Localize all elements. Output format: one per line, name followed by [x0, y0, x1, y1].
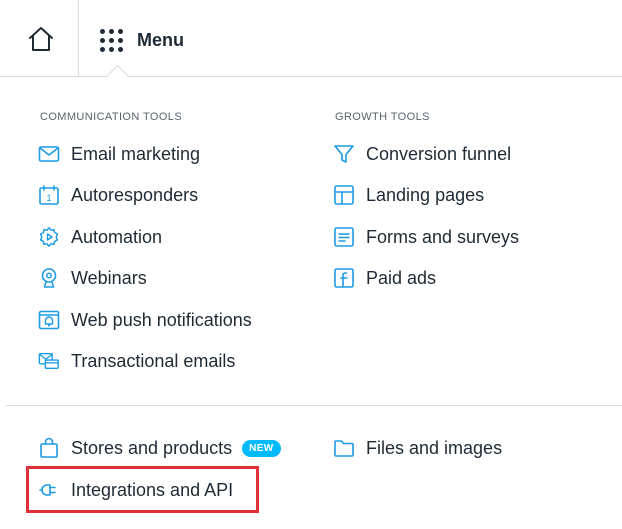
menu-button[interactable]: Menu: [100, 20, 184, 60]
menu-item-transactional-emails[interactable]: Transactional emails: [38, 346, 235, 376]
menu-item-label: Webinars: [71, 267, 147, 288]
menu-item-landing-pages[interactable]: Landing pages: [333, 180, 484, 210]
section-divider: [6, 405, 622, 406]
menu-item-webinars[interactable]: Webinars: [38, 263, 147, 293]
menu-item-label: Automation: [71, 226, 163, 247]
folder-icon: [333, 437, 355, 459]
menu-item-web-push-notifications[interactable]: Web push notifications: [38, 305, 252, 335]
top-bar: Menu: [0, 0, 622, 77]
communication-tools-title: COMMUNICATION TOOLS: [40, 111, 183, 123]
menu-item-label: Autoresponders: [71, 184, 199, 205]
menu-item-forms-and-surveys[interactable]: Forms and surveys: [333, 222, 519, 252]
menu-item-label: Paid ads: [366, 267, 437, 288]
grid-dots-icon: [100, 28, 123, 52]
topbar-divider: [78, 0, 79, 76]
menu-item-stores-and-products[interactable]: Stores and products NEW: [38, 433, 281, 463]
menu-item-label: Transactional emails: [71, 350, 236, 371]
menu-item-label: Email marketing: [71, 143, 201, 164]
layout-icon: [333, 184, 355, 206]
facebook-ad-icon: [333, 267, 355, 289]
highlight-box: [26, 466, 259, 513]
transactional-email-icon: [38, 350, 60, 372]
new-badge: NEW: [242, 439, 281, 457]
menu-item-label: Web push notifications: [71, 309, 252, 330]
envelope-icon: [38, 143, 60, 165]
calendar-icon: 1: [38, 184, 60, 206]
growth-tools-title: GROWTH TOOLS: [335, 111, 430, 123]
menu-item-label: Files and images: [366, 437, 503, 458]
home-button[interactable]: [14, 17, 68, 61]
menu-item-label: Conversion funnel: [366, 143, 512, 164]
bell-window-icon: [38, 309, 60, 331]
menu-item-paid-ads[interactable]: Paid ads: [333, 263, 436, 293]
funnel-icon: [333, 143, 355, 165]
webcam-icon: [38, 267, 60, 289]
home-icon: [27, 26, 55, 52]
menu-item-email-marketing[interactable]: Email marketing: [38, 139, 200, 169]
svg-text:1: 1: [46, 193, 51, 203]
automation-gear-icon: [38, 226, 60, 248]
menu-item-files-and-images[interactable]: Files and images: [333, 433, 502, 463]
menu-item-conversion-funnel[interactable]: Conversion funnel: [333, 139, 511, 169]
menu-item-automation[interactable]: Automation: [38, 222, 162, 252]
form-icon: [333, 226, 355, 248]
menu-item-label: Forms and surveys: [366, 226, 520, 247]
menu-item-autoresponders[interactable]: 1 Autoresponders: [38, 180, 198, 210]
menu-item-label: Stores and products: [71, 437, 233, 458]
menu-item-label: Landing pages: [366, 184, 485, 205]
shopping-bag-icon: [38, 437, 60, 459]
menu-label: Menu: [137, 29, 184, 50]
